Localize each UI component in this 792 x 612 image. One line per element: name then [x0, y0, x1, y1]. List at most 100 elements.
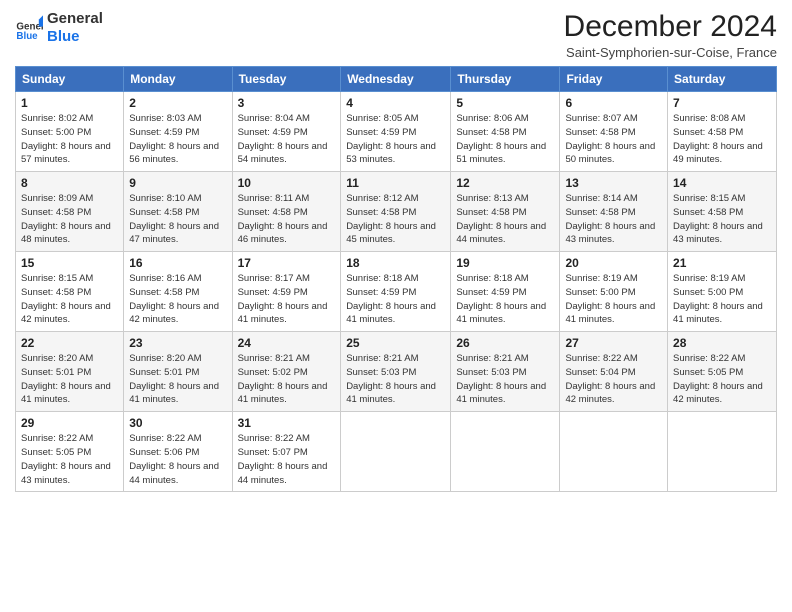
table-row: 3Sunrise: 8:04 AMSunset: 4:59 PMDaylight… [232, 92, 341, 172]
day-detail: Sunrise: 8:10 AMSunset: 4:58 PMDaylight:… [129, 192, 226, 247]
day-number: 28 [673, 336, 771, 350]
day-detail: Sunrise: 8:22 AMSunset: 5:07 PMDaylight:… [238, 432, 336, 487]
day-detail: Sunrise: 8:15 AMSunset: 4:58 PMDaylight:… [21, 272, 118, 327]
sunset-text: Sunset: 5:00 PM [565, 287, 635, 298]
day-detail: Sunrise: 8:02 AMSunset: 5:00 PMDaylight:… [21, 112, 118, 167]
col-tuesday: Tuesday [232, 67, 341, 92]
daylight-text: Daylight: 8 hours and 41 minutes. [673, 301, 763, 326]
table-row: 29Sunrise: 8:22 AMSunset: 5:05 PMDayligh… [16, 412, 124, 492]
table-row: 26Sunrise: 8:21 AMSunset: 5:03 PMDayligh… [451, 332, 560, 412]
daylight-text: Daylight: 8 hours and 48 minutes. [21, 221, 111, 246]
sunset-text: Sunset: 4:58 PM [129, 287, 199, 298]
day-number: 29 [21, 416, 118, 430]
table-row: 5Sunrise: 8:06 AMSunset: 4:58 PMDaylight… [451, 92, 560, 172]
sunset-text: Sunset: 4:58 PM [129, 207, 199, 218]
sunset-text: Sunset: 4:58 PM [673, 127, 743, 138]
sunset-text: Sunset: 5:05 PM [673, 367, 743, 378]
day-detail: Sunrise: 8:22 AMSunset: 5:06 PMDaylight:… [129, 432, 226, 487]
day-detail: Sunrise: 8:03 AMSunset: 4:59 PMDaylight:… [129, 112, 226, 167]
sunrise-text: Sunrise: 8:19 AM [565, 273, 637, 284]
col-sunday: Sunday [16, 67, 124, 92]
table-row: 7Sunrise: 8:08 AMSunset: 4:58 PMDaylight… [668, 92, 777, 172]
table-row: 21Sunrise: 8:19 AMSunset: 5:00 PMDayligh… [668, 252, 777, 332]
title-block: December 2024 Saint-Symphorien-sur-Coise… [564, 10, 777, 60]
day-number: 31 [238, 416, 336, 430]
sunset-text: Sunset: 5:05 PM [21, 447, 91, 458]
day-detail: Sunrise: 8:18 AMSunset: 4:59 PMDaylight:… [346, 272, 445, 327]
table-row: 20Sunrise: 8:19 AMSunset: 5:00 PMDayligh… [560, 252, 668, 332]
day-detail: Sunrise: 8:09 AM Sunset: 4:58 PM Daylight:… [21, 192, 118, 247]
sunset-text: Sunset: 4:58 PM [21, 207, 91, 218]
day-number: 12 [456, 176, 554, 190]
calendar-header-row: Sunday Monday Tuesday Wednesday Thursday… [16, 67, 777, 92]
sunset-text: Sunset: 4:58 PM [673, 207, 743, 218]
day-number: 2 [129, 96, 226, 110]
day-detail: Sunrise: 8:21 AMSunset: 5:03 PMDaylight:… [346, 352, 445, 407]
sunset-text: Sunset: 5:01 PM [129, 367, 199, 378]
sunset-text: Sunset: 4:59 PM [346, 127, 416, 138]
sunset-text: Sunset: 4:59 PM [346, 287, 416, 298]
table-row: 16Sunrise: 8:16 AMSunset: 4:58 PMDayligh… [124, 252, 232, 332]
day-number: 6 [565, 96, 662, 110]
daylight-text: Daylight: 8 hours and 44 minutes. [129, 461, 219, 486]
daylight-text: Daylight: 8 hours and 50 minutes. [565, 141, 655, 166]
sunrise-text: Sunrise: 8:22 AM [673, 353, 745, 364]
table-row: 18Sunrise: 8:18 AMSunset: 4:59 PMDayligh… [341, 252, 451, 332]
table-row: 11Sunrise: 8:12 AMSunset: 4:58 PMDayligh… [341, 172, 451, 252]
day-number: 20 [565, 256, 662, 270]
table-row: 10Sunrise: 8:11 AMSunset: 4:58 PMDayligh… [232, 172, 341, 252]
table-row: 28Sunrise: 8:22 AMSunset: 5:05 PMDayligh… [668, 332, 777, 412]
table-row: 27Sunrise: 8:22 AMSunset: 5:04 PMDayligh… [560, 332, 668, 412]
table-row: 31 Sunrise: 8:22 AMSunset: 5:07 PMDayligh… [232, 412, 341, 492]
calendar-table: Sunday Monday Tuesday Wednesday Thursday… [15, 66, 777, 492]
sunset-text: Sunset: 5:00 PM [21, 127, 91, 138]
daylight-text: Daylight: 8 hours and 43 minutes. [21, 461, 111, 486]
sunset-text: Sunset: 4:59 PM [456, 287, 526, 298]
day-detail: Sunrise: 8:07 AMSunset: 4:58 PMDaylight:… [565, 112, 662, 167]
daylight-text: Daylight: 8 hours and 56 minutes. [129, 141, 219, 166]
day-detail: Sunrise: 8:12 AMSunset: 4:58 PMDaylight:… [346, 192, 445, 247]
header: General Blue General Blue December 2024 … [15, 10, 777, 60]
calendar-week-row: 22Sunrise: 8:20 AMSunset: 5:01 PMDayligh… [16, 332, 777, 412]
sunrise-text: Sunrise: 8:07 AM [565, 113, 637, 124]
logo-general: General [47, 10, 103, 28]
day-detail: Sunrise: 8:20 AMSunset: 5:01 PMDaylight:… [21, 352, 118, 407]
day-detail: Sunrise: 8:20 AMSunset: 5:01 PMDaylight:… [129, 352, 226, 407]
sunrise-text: Sunrise: 8:14 AM [565, 193, 637, 204]
daylight-text: Daylight: 8 hours and 44 minutes. [456, 221, 546, 246]
sunset-text: Sunset: 4:58 PM [456, 127, 526, 138]
day-number: 9 [129, 176, 226, 190]
sunrise-text: Sunrise: 8:20 AM [21, 353, 93, 364]
sunrise-text: Sunrise: 8:11 AM [238, 193, 310, 204]
day-number: 27 [565, 336, 662, 350]
day-detail: Sunrise: 8:14 AMSunset: 4:58 PMDaylight:… [565, 192, 662, 247]
daylight-text: Daylight: 8 hours and 42 minutes. [129, 301, 219, 326]
sunrise-text: Sunrise: 8:19 AM [673, 273, 745, 284]
sunset-text: Sunset: 4:58 PM [346, 207, 416, 218]
table-row: 15 Sunrise: 8:15 AMSunset: 4:58 PMDayligh… [16, 252, 124, 332]
day-number: 13 [565, 176, 662, 190]
month-title: December 2024 [564, 10, 777, 43]
col-saturday: Saturday [668, 67, 777, 92]
day-detail: Sunrise: 8:08 AMSunset: 4:58 PMDaylight:… [673, 112, 771, 167]
sunrise-text: Sunrise: 8:09 AM [21, 193, 93, 204]
table-row [560, 412, 668, 492]
sunset-text: Sunset: 5:06 PM [129, 447, 199, 458]
day-number: 24 [238, 336, 336, 350]
day-number: 26 [456, 336, 554, 350]
sunrise-text: Sunrise: 8:18 AM [456, 273, 528, 284]
table-row: 1Sunrise: 8:02 AMSunset: 5:00 PMDaylight… [16, 92, 124, 172]
daylight-text: Daylight: 8 hours and 41 minutes. [346, 301, 436, 326]
daylight-text: Daylight: 8 hours and 44 minutes. [238, 461, 328, 486]
day-detail: Sunrise: 8:22 AMSunset: 5:05 PMDaylight:… [673, 352, 771, 407]
sunrise-text: Sunrise: 8:15 AM [673, 193, 745, 204]
sunrise-text: Sunrise: 8:16 AM [129, 273, 201, 284]
sunrise-text: Sunrise: 8:12 AM [346, 193, 418, 204]
sunrise-text: Sunrise: 8:10 AM [129, 193, 201, 204]
day-number: 15 [21, 256, 118, 270]
day-detail: Sunrise: 8:15 AMSunset: 4:58 PMDaylight:… [673, 192, 771, 247]
table-row: 2 Sunrise: 8:03 AMSunset: 4:59 PMDaylight… [124, 92, 232, 172]
logo: General Blue General Blue [15, 10, 103, 46]
sunrise-text: Sunrise: 8:03 AM [129, 113, 201, 124]
day-number: 21 [673, 256, 771, 270]
